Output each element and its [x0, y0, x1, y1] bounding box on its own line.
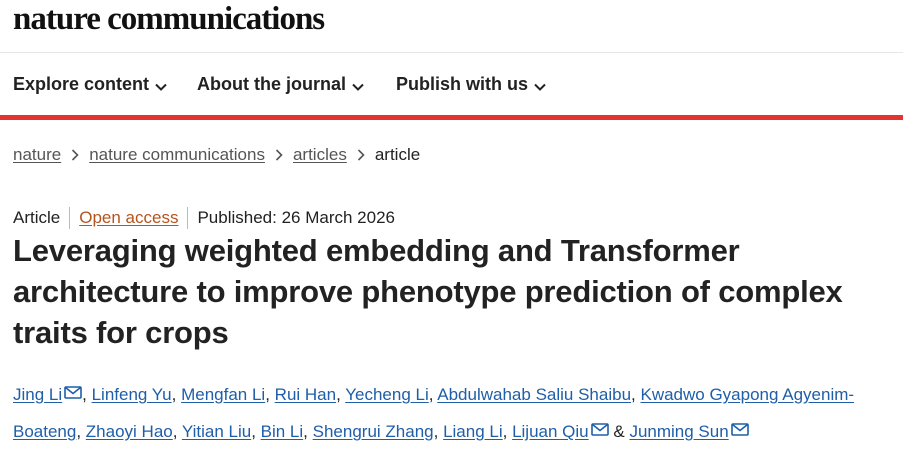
nav-item-label: Publish with us	[396, 74, 529, 94]
main-nav: Explore content About the journal Publis…	[0, 53, 903, 115]
author-item: Yitian Liu	[182, 422, 251, 441]
author-link[interactable]: Shengrui Zhang	[313, 422, 434, 441]
author-link[interactable]: Linfeng Yu	[92, 385, 172, 404]
mail-icon[interactable]	[730, 413, 749, 449]
nav-publish-with-us[interactable]: Publish with us	[396, 74, 546, 96]
author-item: Bin Li	[261, 422, 304, 441]
author-separator: ,	[251, 422, 261, 441]
author-link[interactable]: Lijuan Qiu	[512, 422, 589, 441]
author-separator: ,	[265, 385, 275, 404]
author-link[interactable]: Mengfan Li	[181, 385, 265, 404]
published-date: Published: 26 March 2026	[197, 208, 395, 227]
author-item: Linfeng Yu	[92, 385, 172, 404]
masthead: nature communications	[0, 0, 903, 53]
author-item: Liang Li	[443, 422, 503, 441]
author-link[interactable]: Liang Li	[443, 422, 503, 441]
author-separator: ,	[76, 422, 86, 441]
nav-item-label: Explore content	[13, 74, 150, 94]
author-link[interactable]: Junming Sun	[629, 422, 728, 441]
author-item: Yecheng Li	[345, 385, 429, 404]
author-link[interactable]: Yecheng Li	[345, 385, 429, 404]
site-logo[interactable]: nature communications	[13, 1, 325, 38]
author-item: Mengfan Li	[181, 385, 265, 404]
mail-icon[interactable]	[64, 376, 82, 412]
author-list: Jing Li, Linfeng Yu, Mengfan Li, Rui Han…	[13, 376, 893, 450]
author-item: Lijuan Qiu	[512, 422, 609, 441]
article-title: Leveraging weighted embedding and Transf…	[13, 233, 843, 350]
author-link[interactable]: Abdulwahab Saliu Shaibu	[437, 385, 631, 404]
mail-icon[interactable]	[590, 413, 609, 449]
breadcrumb-current: article	[374, 145, 421, 164]
author-link[interactable]: Yitian Liu	[182, 422, 251, 441]
author-separator: ,	[82, 385, 92, 404]
author-link[interactable]: Jing Li	[13, 385, 62, 404]
nav-item-label: About the journal	[197, 74, 346, 94]
chevron-down-icon	[352, 75, 364, 96]
meta-divider	[187, 207, 189, 229]
author-separator: ,	[171, 385, 182, 404]
author-separator: &	[608, 422, 630, 441]
author-link[interactable]: Bin Li	[261, 422, 304, 441]
author-separator: ,	[172, 422, 182, 441]
author-separator: ,	[428, 385, 438, 404]
author-separator: ,	[336, 385, 346, 404]
breadcrumb-link-articles[interactable]: articles	[293, 145, 347, 164]
chevron-right-icon	[357, 146, 365, 166]
breadcrumb-link-nature[interactable]: nature	[13, 145, 61, 164]
author-link[interactable]: Zhaoyi Hao	[86, 422, 173, 441]
open-access-link[interactable]: Open access	[79, 208, 178, 227]
author-separator: ,	[433, 422, 444, 441]
chevron-down-icon	[155, 75, 167, 96]
chevron-down-icon	[534, 75, 546, 96]
accent-rule	[0, 115, 903, 120]
author-item: Shengrui Zhang	[313, 422, 434, 441]
chevron-right-icon	[71, 146, 79, 166]
author-separator: ,	[502, 422, 513, 441]
article-type: Article	[13, 208, 61, 227]
nav-about-journal[interactable]: About the journal	[197, 74, 364, 96]
nav-explore-content[interactable]: Explore content	[13, 74, 167, 96]
author-separator: ,	[303, 422, 313, 441]
author-item: Jing Li	[13, 385, 82, 404]
breadcrumb-link-nature-communications[interactable]: nature communications	[89, 145, 265, 164]
chevron-right-icon	[275, 146, 283, 166]
article-meta: Article Open access Published: 26 March 20…	[13, 207, 395, 229]
author-link[interactable]: Rui Han	[275, 385, 336, 404]
breadcrumb: nature nature communications articles artic…	[13, 145, 420, 166]
meta-divider	[69, 207, 71, 229]
author-item: Zhaoyi Hao	[86, 422, 173, 441]
author-item: Junming Sun	[629, 422, 749, 441]
author-item: Rui Han	[275, 385, 336, 404]
author-item: Abdulwahab Saliu Shaibu	[437, 385, 631, 404]
